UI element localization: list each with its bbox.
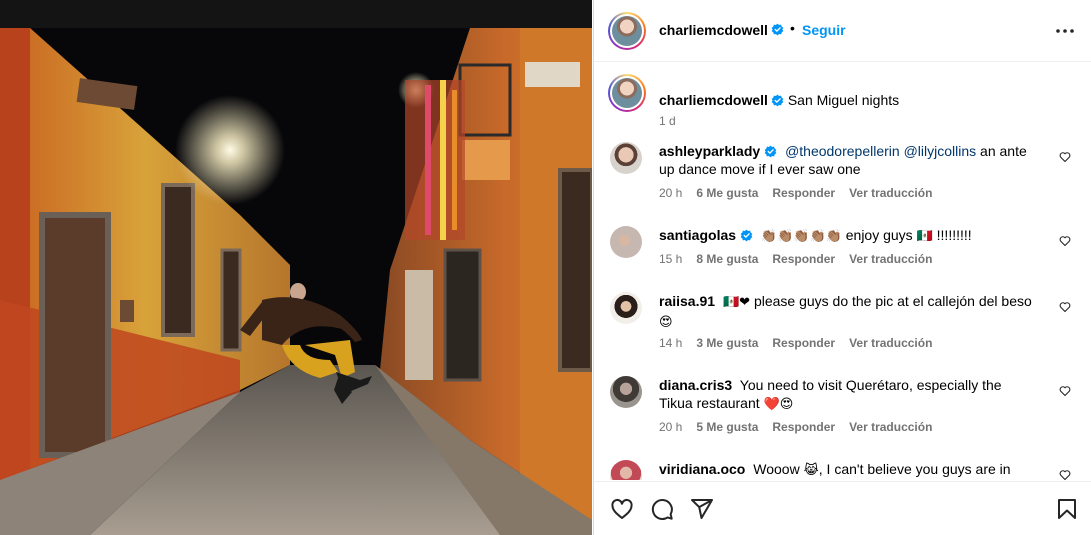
comment-like-heart-icon[interactable] [1059, 385, 1071, 397]
translate-button[interactable]: Ver traducción [849, 336, 932, 350]
caption-text: San Miguel nights [787, 92, 900, 108]
comment-likes[interactable]: 5 Me gusta [696, 420, 758, 434]
verified-badge-icon [764, 145, 777, 158]
comment-text: viridiana.oco Wooow 😹, I can't believe y… [659, 460, 1034, 480]
commenter-avatar[interactable] [610, 142, 642, 174]
mexico-flag-emoji: 🇲🇽 [722, 295, 740, 310]
comment-text: ashleyparklady @theodorepellerin @lilyjc… [659, 142, 1034, 178]
red-heart-emoji: ❤️ [763, 397, 780, 412]
reply-button[interactable]: Responder [772, 186, 835, 200]
share-icon[interactable] [690, 497, 714, 521]
post-photo-image [0, 0, 592, 535]
comment-time: 15 h [659, 252, 683, 266]
follow-button[interactable]: Seguir [802, 22, 846, 38]
translate-button[interactable]: Ver traducción [849, 420, 932, 434]
comment-likes[interactable]: 3 Me gusta [696, 336, 758, 350]
header-separator: • [790, 20, 795, 36]
comment-meta: 15 h 8 Me gusta Responder Ver traducción [659, 252, 946, 266]
comment-meta: 20 h 6 Me gusta Responder Ver traducción [659, 186, 946, 200]
verified-badge-icon [740, 229, 753, 242]
mention-link[interactable]: @lilyjcollins [904, 143, 977, 159]
comment-time: 20 h [659, 186, 683, 200]
comments-list[interactable]: charliemcdowell San Miguel nights 1 d as… [594, 62, 1091, 480]
post-photo[interactable] [0, 0, 592, 535]
post-side-panel: charliemcdowell • Seguir charliemcdowell… [593, 0, 1091, 535]
reply-button[interactable]: Responder [772, 336, 835, 350]
post-header: charliemcdowell • Seguir [594, 0, 1091, 62]
commenter-avatar[interactable] [610, 376, 642, 408]
comment-meta: 14 h 3 Me gusta Responder Ver traducción [659, 336, 946, 350]
comment-likes[interactable]: 6 Me gusta [696, 186, 758, 200]
comment-icon[interactable] [650, 497, 674, 521]
comment-like-heart-icon[interactable] [1059, 301, 1071, 313]
comment-time: 20 h [659, 420, 683, 434]
verified-badge-icon [771, 23, 784, 36]
comment-body: enjoy guys [845, 227, 913, 243]
comment-meta: 20 h 5 Me gusta Responder Ver traducción [659, 420, 946, 434]
commenter-avatar[interactable] [610, 292, 642, 324]
mexico-flag-emoji: 🇲🇽 [916, 229, 933, 244]
reply-button[interactable]: Responder [772, 420, 835, 434]
caption-text-row: charliemcdowell San Miguel nights [659, 91, 1059, 109]
comment-body: please guys do the pic at el callejón de… [753, 293, 1032, 309]
more-options-icon[interactable] [1056, 29, 1074, 33]
heart-emoji: ❤ [739, 295, 751, 310]
comment-like-heart-icon[interactable] [1059, 235, 1071, 247]
cat-joy-emoji: 😹 [803, 463, 819, 478]
commenter-username[interactable]: diana.cris3 [659, 377, 732, 393]
verified-badge-icon [771, 94, 784, 107]
heart-eyes-emoji: 😍 [659, 315, 673, 330]
author-avatar[interactable] [608, 12, 646, 50]
caption-author-avatar[interactable] [608, 74, 646, 112]
comment-body-tail: , I can't believe you guys are in [818, 461, 1011, 477]
caption-username[interactable]: charliemcdowell [659, 92, 768, 108]
author-username[interactable]: charliemcdowell [659, 22, 768, 38]
bookmark-icon[interactable] [1055, 497, 1079, 521]
commenter-username[interactable]: raiisa.91 [659, 293, 715, 309]
comment-likes[interactable]: 8 Me gusta [696, 252, 758, 266]
comment-body: Wooow [753, 461, 800, 477]
comment-body-tail: !!!!!!!!! [936, 227, 972, 243]
comment-like-heart-icon[interactable] [1059, 469, 1071, 480]
translate-button[interactable]: Ver traducción [849, 252, 932, 266]
clapping-emoji: 👏🏽👏🏽👏🏽👏🏽👏🏽 [760, 229, 842, 244]
commenter-username[interactable]: santiagolas [659, 227, 736, 243]
comment-text: diana.cris3 You need to visit Querétaro,… [659, 376, 1034, 414]
comment-like-heart-icon[interactable] [1059, 151, 1071, 163]
comment-time: 14 h [659, 336, 683, 350]
reply-button[interactable]: Responder [772, 252, 835, 266]
translate-button[interactable]: Ver traducción [849, 186, 932, 200]
post-action-bar [594, 481, 1091, 535]
heart-eyes-emoji: 😍 [779, 397, 794, 412]
comment-text: raiisa.91 🇲🇽❤ please guys do the pic at … [659, 292, 1034, 332]
commenter-username[interactable]: viridiana.oco [659, 461, 745, 477]
commenter-avatar[interactable] [610, 226, 642, 258]
commenter-avatar[interactable] [610, 460, 642, 480]
caption-timestamp: 1 d [659, 114, 676, 128]
comment-text: santiagolas 👏🏽👏🏽👏🏽👏🏽👏🏽 enjoy guys 🇲🇽 !!!… [659, 226, 1034, 246]
heart-icon[interactable] [610, 497, 634, 521]
mention-link[interactable]: @theodorepellerin [785, 143, 900, 159]
commenter-username[interactable]: ashleyparklady [659, 143, 760, 159]
